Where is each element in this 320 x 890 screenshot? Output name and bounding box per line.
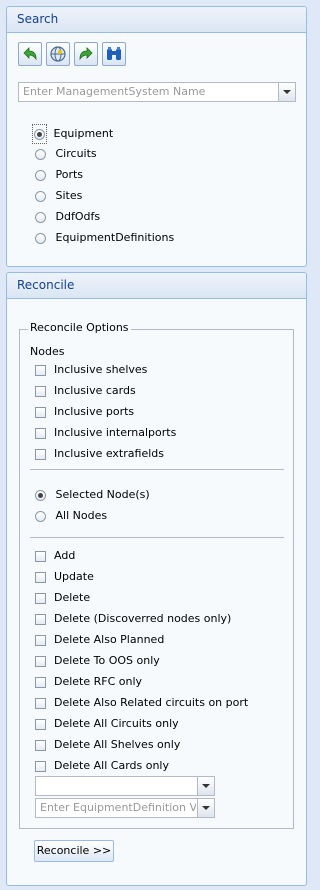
equipment-definition-input[interactable]: Enter EquipmentDefinition V	[40, 799, 196, 817]
checkbox-label: Delete	[54, 591, 91, 604]
equipment-definition-combo[interactable]: Enter EquipmentDefinition V	[35, 798, 215, 818]
radio-label: Equipment	[53, 127, 114, 140]
checkbox-delete-all-shelves[interactable]: Delete All Shelves only	[35, 736, 180, 754]
checkbox-icon	[35, 364, 46, 376]
radio-label: Circuits	[55, 147, 97, 160]
undo-button[interactable]	[18, 42, 42, 66]
checkbox-inclusive-shelves[interactable]: Inclusive shelves	[35, 361, 147, 379]
radio-selected-nodes[interactable]: Selected Node(s)	[35, 486, 150, 504]
checkbox-label: Inclusive internalports	[54, 426, 177, 439]
chevron-down-icon[interactable]	[197, 777, 214, 795]
globe-button[interactable]	[46, 42, 70, 66]
radio-label: EquipmentDefinitions	[55, 231, 175, 244]
nodes-label: Nodes	[30, 345, 65, 358]
checkbox-inclusive-internalports[interactable]: Inclusive internalports	[35, 424, 176, 442]
checkbox-label: Delete (Discoverred nodes only)	[54, 612, 232, 625]
radio-circuits[interactable]: Circuits	[35, 145, 97, 163]
radio-label: DdfOdfs	[55, 210, 101, 223]
radio-all-nodes[interactable]: All Nodes	[35, 507, 107, 525]
radio-label: Ports	[55, 168, 84, 181]
checkbox-delete-rfc[interactable]: Delete RFC only	[35, 673, 142, 691]
checkbox-icon	[35, 427, 46, 439]
radio-label: All Nodes	[55, 509, 108, 522]
radio-icon	[35, 510, 46, 522]
checkbox-label: Inclusive ports	[54, 405, 135, 418]
checkbox-delete[interactable]: Delete	[35, 589, 90, 607]
radio-equipmentdefinitions[interactable]: EquipmentDefinitions	[35, 229, 174, 247]
checkbox-label: Delete All Circuits only	[54, 717, 179, 730]
checkbox-label: Delete All Cards only	[54, 759, 170, 772]
checkbox-label: Delete RFC only	[54, 675, 143, 688]
checkbox-label: Add	[54, 549, 76, 562]
management-system-input[interactable]: Enter ManagementSystem Name	[23, 83, 205, 101]
checkbox-label: Inclusive extrafields	[54, 447, 164, 460]
checkbox-icon	[35, 385, 46, 397]
search-panel-title: Search	[7, 7, 306, 33]
checkbox-icon	[35, 676, 46, 688]
checkbox-add[interactable]: Add	[35, 547, 75, 565]
divider	[30, 537, 284, 538]
checkbox-icon	[35, 739, 46, 751]
redo-button[interactable]	[74, 42, 98, 66]
radio-checked-icon	[34, 128, 45, 140]
find-button[interactable]	[102, 42, 126, 66]
checkbox-icon	[35, 571, 46, 583]
checkbox-icon	[35, 760, 46, 772]
checkbox-label: Update	[54, 570, 94, 583]
checkbox-inclusive-cards[interactable]: Inclusive cards	[35, 382, 136, 400]
checkbox-delete-all-circuits[interactable]: Delete All Circuits only	[35, 715, 179, 733]
radio-label: Selected Node(s)	[55, 488, 150, 501]
checkbox-icon	[35, 655, 46, 667]
radio-equipment[interactable]: Equipment	[32, 124, 114, 144]
checkbox-label: Inclusive cards	[54, 384, 136, 397]
radio-sites[interactable]: Sites	[35, 187, 82, 205]
checkbox-inclusive-extrafields[interactable]: Inclusive extrafields	[35, 445, 164, 463]
reconcile-panel-title: Reconcile	[7, 273, 306, 299]
radio-icon	[35, 148, 46, 160]
checkbox-label: Inclusive shelves	[54, 363, 148, 376]
chevron-down-icon[interactable]	[278, 83, 295, 101]
checkbox-inclusive-ports[interactable]: Inclusive ports	[35, 403, 134, 421]
chevron-down-icon[interactable]	[197, 799, 214, 817]
checkbox-icon	[35, 550, 46, 562]
reconcile-combo[interactable]	[35, 776, 215, 796]
checkbox-icon	[35, 697, 46, 709]
radio-icon	[35, 190, 46, 202]
management-system-combo[interactable]: Enter ManagementSystem Name	[18, 82, 296, 102]
checkbox-delete-to-oos[interactable]: Delete To OOS only	[35, 652, 160, 670]
checkbox-icon	[35, 592, 46, 604]
radio-icon	[35, 169, 46, 181]
checkbox-update[interactable]: Update	[35, 568, 94, 586]
checkbox-delete-all-cards[interactable]: Delete All Cards only	[35, 757, 169, 775]
radio-ports[interactable]: Ports	[35, 166, 83, 184]
checkbox-icon	[35, 406, 46, 418]
focus-indicator	[32, 124, 47, 144]
checkbox-icon	[35, 613, 46, 625]
checkbox-icon	[35, 448, 46, 460]
reconcile-button[interactable]: Reconcile >>	[34, 840, 114, 862]
radio-icon	[35, 211, 46, 223]
radio-checked-icon	[35, 489, 46, 501]
checkbox-label: Delete Also Planned	[54, 633, 165, 646]
divider	[30, 469, 284, 470]
reconcile-options-legend: Reconcile Options	[28, 321, 131, 335]
checkbox-label: Delete Also Related circuits on port	[54, 696, 249, 709]
radio-icon	[35, 232, 46, 244]
checkbox-label: Delete All Shelves only	[54, 738, 181, 751]
checkbox-icon	[35, 634, 46, 646]
checkbox-delete-also-planned[interactable]: Delete Also Planned	[35, 631, 164, 649]
radio-label: Sites	[55, 189, 83, 202]
checkbox-delete-related-circuits[interactable]: Delete Also Related circuits on port	[35, 694, 248, 712]
checkbox-delete-discovered-only[interactable]: Delete (Discoverred nodes only)	[35, 610, 231, 628]
checkbox-icon	[35, 718, 46, 730]
checkbox-label: Delete To OOS only	[54, 654, 160, 667]
radio-ddfodfs[interactable]: DdfOdfs	[35, 208, 100, 226]
